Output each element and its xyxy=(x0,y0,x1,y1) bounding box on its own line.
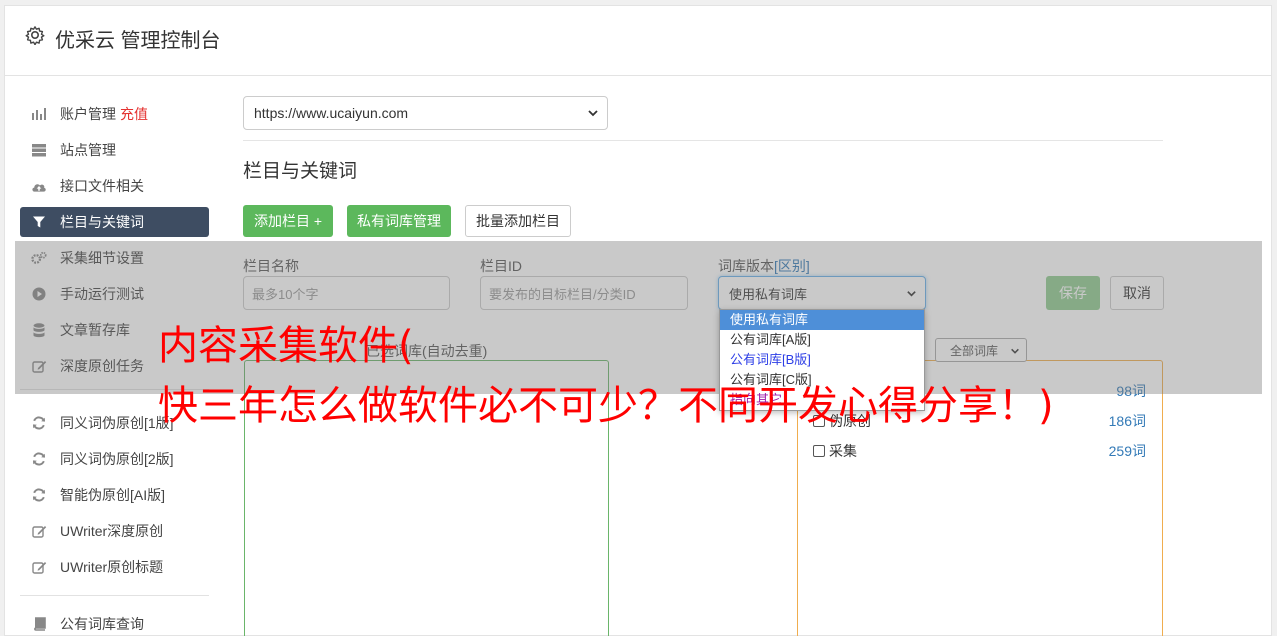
filter-icon xyxy=(31,214,47,230)
gear-icon xyxy=(25,26,45,45)
sidebar-item-label: 接口文件相关 xyxy=(60,178,144,194)
edit-icon xyxy=(31,523,47,539)
lib-count: 259词 xyxy=(1108,443,1146,459)
sidebar-item-columns-keywords[interactable]: 栏目与关键词 xyxy=(20,207,209,237)
dropdown-option[interactable]: 公有词库[B版] xyxy=(720,350,924,370)
sidebar-item-label: UWriter原创标题 xyxy=(60,559,164,575)
watermark-line-1: 内容采集软件( xyxy=(158,323,414,369)
app-title: 优采云 管理控制台 xyxy=(55,30,221,52)
sidebar-item-label: 站点管理 xyxy=(60,142,116,158)
dropdown-option[interactable]: 使用私有词库 xyxy=(720,310,924,330)
lib-row[interactable]: 采集 259词 xyxy=(813,441,1146,461)
bar-chart-icon xyxy=(31,106,47,122)
site-select-value: https://www.ucaiyun.com xyxy=(254,105,409,121)
lib-name: 采集 xyxy=(829,443,857,459)
refresh-icon xyxy=(31,451,47,467)
sidebar-item-label: 同义词伪原创[2版] xyxy=(60,451,174,467)
site-select[interactable]: https://www.ucaiyun.com xyxy=(243,96,608,130)
section-title: 栏目与关键词 xyxy=(243,161,358,182)
recharge-link[interactable]: 充值 xyxy=(120,104,148,124)
sidebar-item-label: 公有词库查询 xyxy=(60,616,144,632)
sidebar-item-public-lib-query[interactable]: 公有词库查询 xyxy=(20,609,209,636)
overlay-band xyxy=(15,241,1262,394)
sidebar-item-uwriter-title[interactable]: UWriter原创标题 xyxy=(20,552,209,582)
refresh-icon xyxy=(31,487,47,503)
refresh-icon xyxy=(31,415,47,431)
sidebar-item-label: UWriter深度原创 xyxy=(60,523,164,539)
batch-add-button[interactable]: 批量添加栏目 xyxy=(465,205,571,237)
private-lib-button[interactable]: 私有词库管理 xyxy=(347,205,451,237)
watermark-line-2: 快三年怎么做软件必不可少？不同开发心得分享！) xyxy=(158,383,1054,429)
sidebar-divider xyxy=(20,595,209,596)
header: 优采云 管理控制台 xyxy=(5,6,1271,76)
server-icon xyxy=(31,142,47,158)
sidebar-item-label: 账户管理 xyxy=(60,106,116,122)
sidebar-item-label: 同义词伪原创[1版] xyxy=(60,415,174,431)
add-column-button[interactable]: 添加栏目 + xyxy=(243,205,333,237)
sidebar-item-label: 智能伪原创[AI版] xyxy=(60,487,166,503)
chevron-down-icon xyxy=(588,110,598,117)
lib-count: 186词 xyxy=(1108,413,1146,429)
cloud-upload-icon xyxy=(31,178,47,194)
sidebar-item-uwriter-deep[interactable]: UWriter深度原创 xyxy=(20,516,209,546)
sidebar-item-label: 栏目与关键词 xyxy=(60,214,144,230)
edit-icon xyxy=(31,559,47,575)
sidebar-item-synonym-v2[interactable]: 同义词伪原创[2版] xyxy=(20,444,209,474)
dropdown-option[interactable]: 公有词库[A版] xyxy=(720,330,924,350)
sidebar-item-ai-rewrite[interactable]: 智能伪原创[AI版] xyxy=(20,480,209,510)
book-icon xyxy=(31,616,47,632)
sidebar-item-sites[interactable]: 站点管理 xyxy=(20,135,209,165)
lib-checkbox[interactable] xyxy=(813,445,825,457)
divider xyxy=(243,140,1163,141)
sidebar-item-account[interactable]: 账户管理 充值 xyxy=(20,99,209,129)
sidebar-item-api-files[interactable]: 接口文件相关 xyxy=(20,171,209,201)
